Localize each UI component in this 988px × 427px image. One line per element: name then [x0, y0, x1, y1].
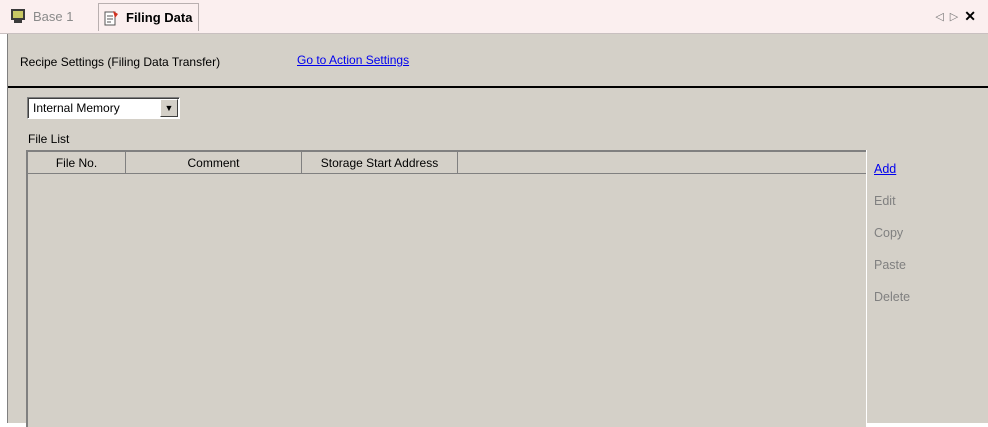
file-list-header: File No. Comment Storage Start Address — [28, 152, 866, 174]
close-icon[interactable]: ✕ — [964, 8, 976, 25]
tab-label: Base 1 — [33, 8, 74, 24]
tab-navigation: ◁ ▷ ✕ — [935, 8, 976, 25]
paste-button[interactable]: Paste — [874, 258, 934, 290]
panel-header: Recipe Settings (Filing Data Transfer) G… — [8, 34, 988, 88]
add-button[interactable]: Add — [874, 162, 934, 194]
file-actions: Add Edit Copy Paste Delete — [874, 162, 934, 322]
tab-bar: Base 1 Filing Data ◁ ▷ ✕ — [0, 0, 988, 34]
storage-select-value: Internal Memory — [33, 101, 120, 115]
tab-filing-data[interactable]: Filing Data — [98, 3, 200, 31]
storage-select[interactable]: Internal Memory ▼ — [27, 97, 180, 119]
edit-button[interactable]: Edit — [874, 194, 934, 226]
delete-button[interactable]: Delete — [874, 290, 934, 322]
divider — [866, 150, 867, 423]
column-header-blank — [458, 152, 866, 173]
file-list-table[interactable]: File No. Comment Storage Start Address — [26, 150, 867, 427]
tab-label: Filing Data — [126, 10, 193, 25]
monitor-icon — [10, 8, 26, 24]
page-title: Recipe Settings (Filing Data Transfer) — [20, 55, 221, 69]
tab-base-1[interactable]: Base 1 — [10, 4, 73, 28]
recipe-settings-panel: Recipe Settings (Filing Data Transfer) G… — [7, 34, 988, 427]
file-list-label: File List — [28, 132, 70, 146]
scroll-right-icon[interactable]: ▷ — [950, 10, 958, 23]
scroll-left-icon[interactable]: ◁ — [935, 10, 943, 23]
column-header-storage-start-address[interactable]: Storage Start Address — [302, 152, 458, 173]
copy-button[interactable]: Copy — [874, 226, 934, 258]
go-to-action-settings-link[interactable]: Go to Action Settings — [297, 53, 409, 67]
chevron-down-icon[interactable]: ▼ — [160, 99, 178, 117]
column-header-comment[interactable]: Comment — [126, 152, 302, 173]
filing-data-icon — [103, 10, 119, 26]
column-header-file-no[interactable]: File No. — [28, 152, 126, 173]
